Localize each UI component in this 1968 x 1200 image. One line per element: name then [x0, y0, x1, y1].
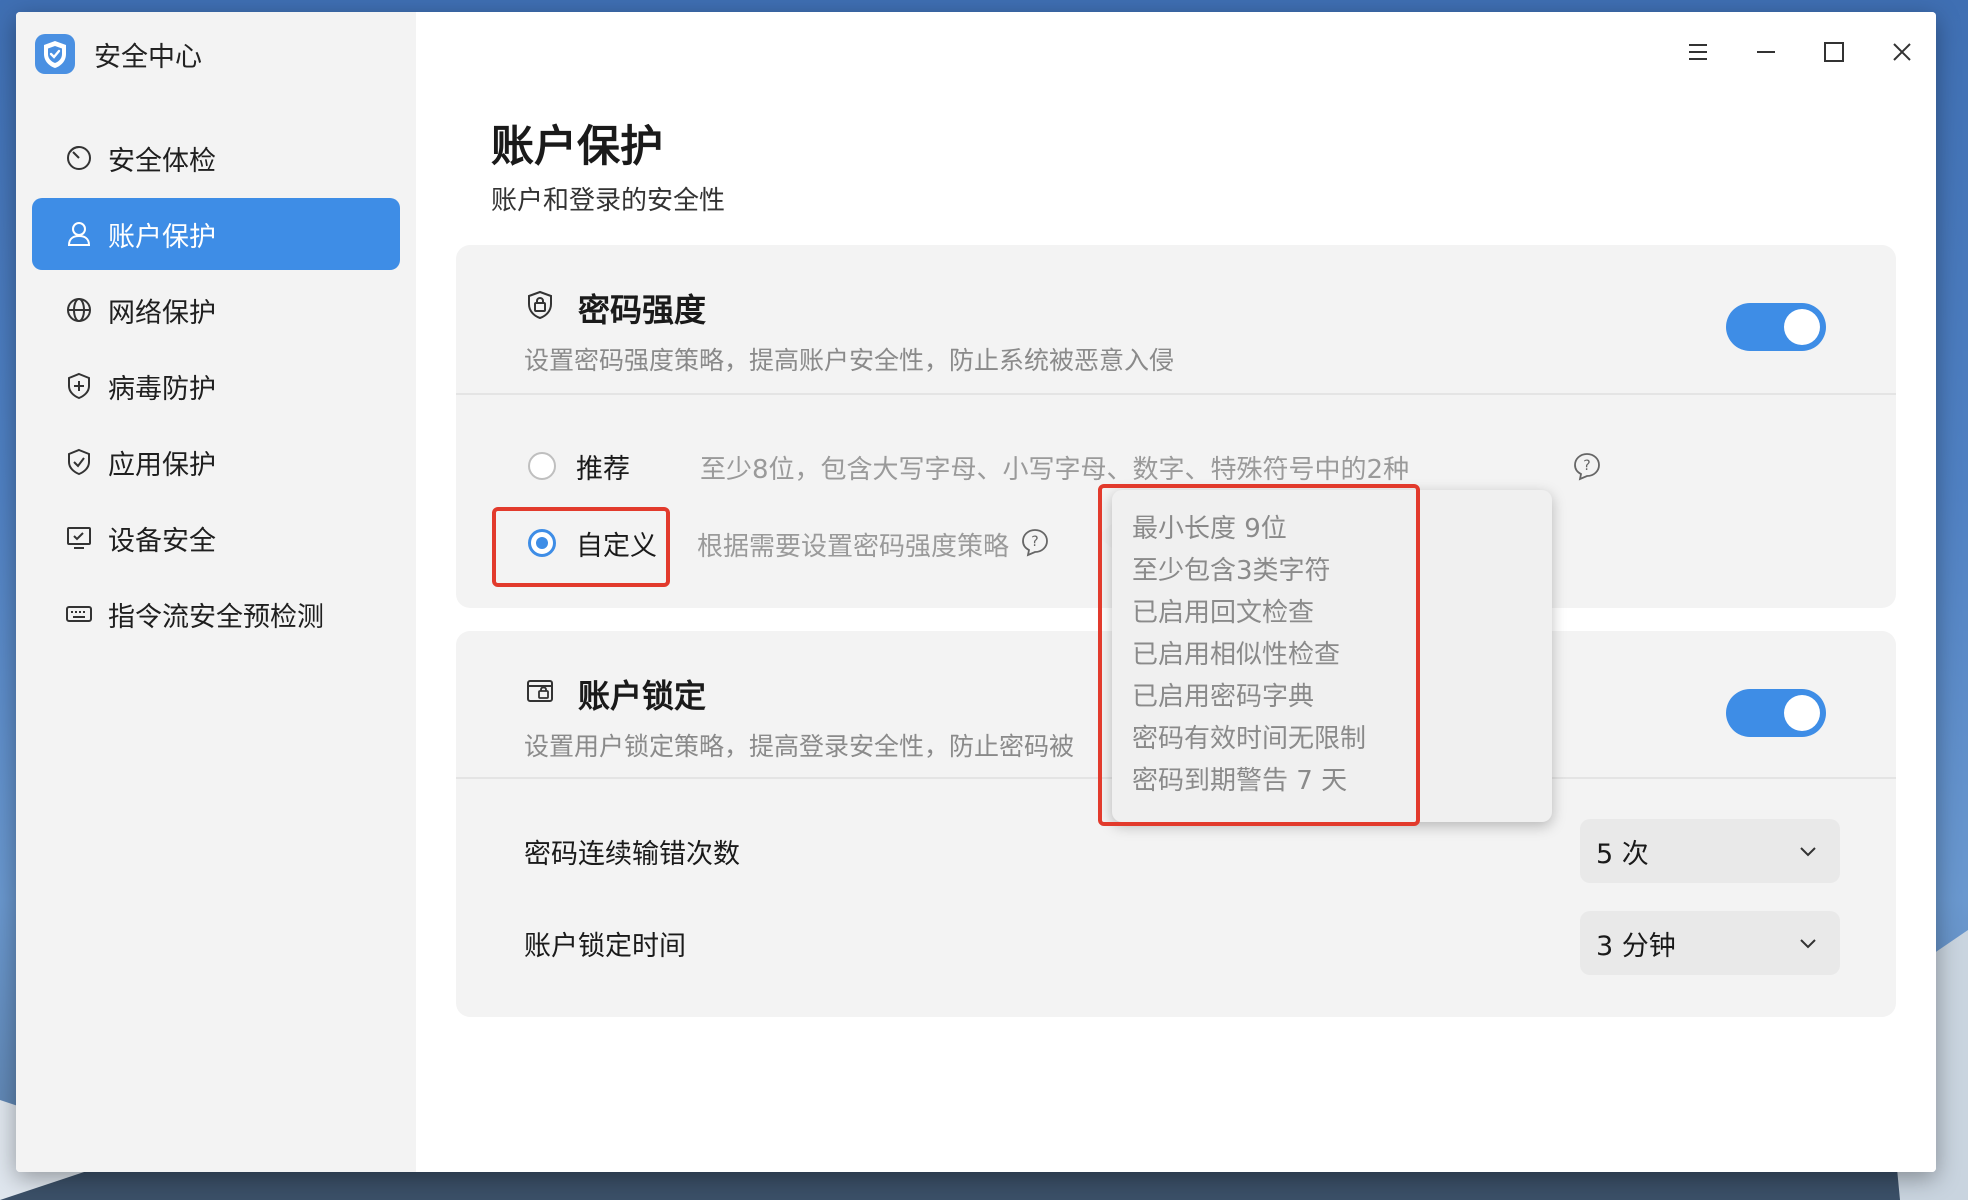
max-attempts-select[interactable]: 5 次 [1580, 819, 1840, 883]
chevron-down-icon [1796, 931, 1820, 955]
scan-icon [64, 143, 94, 173]
globe-icon [64, 295, 94, 325]
tooltip-highlight-box [1098, 484, 1420, 826]
minimize-button[interactable] [1732, 26, 1800, 78]
card-description: 设置密码强度策略，提高账户安全性，防止系统被恶意入侵 [524, 346, 1175, 375]
user-icon [64, 219, 94, 249]
monitor-check-icon [64, 523, 94, 553]
svg-text:?: ? [1583, 458, 1590, 474]
account-lock-toggle[interactable] [1726, 689, 1826, 737]
close-button[interactable] [1868, 26, 1936, 78]
sidebar-item-account-protection[interactable]: 账户保护 [32, 198, 400, 270]
sidebar-item-network-protection[interactable]: 网络保护 [32, 274, 400, 346]
lock-time-select[interactable]: 3 分钟 [1580, 911, 1840, 975]
sidebar-item-label: 病毒防护 [108, 373, 216, 405]
lock-card-icon [524, 675, 556, 707]
sidebar-item-instruction-flow-check[interactable]: 指令流安全预检测 [32, 578, 400, 650]
select-value: 3 分钟 [1596, 930, 1676, 962]
option-label: 推荐 [576, 453, 630, 485]
card-title: 密码强度 [578, 291, 707, 329]
window-controls [1664, 26, 1936, 78]
help-icon[interactable]: ? [1572, 451, 1602, 481]
toggle-knob [1784, 695, 1820, 731]
close-icon [1893, 43, 1911, 61]
sidebar-nav: 安全体检 账户保护 网络保护 病毒防护 应用保护 设备安全 指令流安全预检测 [16, 122, 416, 654]
sidebar-item-label: 指令流安全预检测 [108, 601, 324, 633]
page-subtitle: 账户和登录的安全性 [491, 186, 726, 216]
sidebar: 安全中心 安全体检 账户保护 网络保护 病毒防护 应用保护 设备安全 指令流安全… [16, 12, 416, 1172]
highlight-box [492, 507, 670, 587]
setting-label: 账户锁定时间 [524, 930, 686, 962]
security-center-window: 安全中心 安全体检 账户保护 网络保护 病毒防护 应用保护 设备安全 指令流安全… [16, 12, 1936, 1172]
menu-button[interactable] [1664, 26, 1732, 78]
chevron-down-icon [1796, 839, 1820, 863]
toggle-knob [1784, 309, 1820, 345]
option-recommended[interactable]: 推荐 [528, 441, 630, 491]
setting-row-lock-time: 账户锁定时间 3 分钟 [524, 911, 1840, 975]
keyboard-icon [64, 599, 94, 629]
sidebar-item-label: 网络保护 [108, 297, 216, 329]
setting-row-max-attempts: 密码连续输错次数 5 次 [524, 819, 1840, 883]
select-value: 5 次 [1596, 838, 1649, 870]
radio-recommended[interactable] [528, 452, 556, 480]
app-header: 安全中心 [34, 30, 202, 78]
sidebar-item-security-check[interactable]: 安全体检 [32, 122, 400, 194]
help-icon[interactable]: ? [1020, 527, 1050, 557]
sidebar-item-label: 安全体检 [108, 145, 216, 177]
option-hint: 至少8位，包含大写字母、小写字母、数字、特殊符号中的2种 [700, 455, 1410, 485]
sidebar-item-label: 设备安全 [108, 525, 216, 557]
sidebar-item-label: 应用保护 [108, 449, 216, 481]
card-description: 设置用户锁定策略，提高登录安全性，防止密码被 [524, 732, 1075, 761]
shield-check-icon [64, 447, 94, 477]
sidebar-item-app-protection[interactable]: 应用保护 [32, 426, 400, 498]
app-title: 安全中心 [94, 41, 202, 73]
setting-label: 密码连续输错次数 [524, 838, 740, 870]
svg-text:?: ? [1031, 534, 1038, 550]
sidebar-item-label: 账户保护 [108, 221, 216, 253]
password-strength-toggle[interactable] [1726, 303, 1826, 351]
card-header: 密码强度 设置密码强度策略，提高账户安全性，防止系统被恶意入侵 [456, 245, 1896, 395]
page-title: 账户保护 [491, 122, 663, 172]
sidebar-item-virus-protection[interactable]: 病毒防护 [32, 350, 400, 422]
option-hint: 根据需要设置密码强度策略 [697, 532, 1010, 562]
lock-shield-icon [524, 289, 556, 321]
minimize-icon [1757, 51, 1775, 53]
maximize-icon [1824, 42, 1844, 62]
card-title: 账户锁定 [578, 677, 707, 715]
shield-plus-icon [64, 371, 94, 401]
maximize-button[interactable] [1800, 26, 1868, 78]
menu-icon [1689, 44, 1707, 60]
shield-logo-icon [35, 34, 75, 74]
sidebar-item-device-security[interactable]: 设备安全 [32, 502, 400, 574]
